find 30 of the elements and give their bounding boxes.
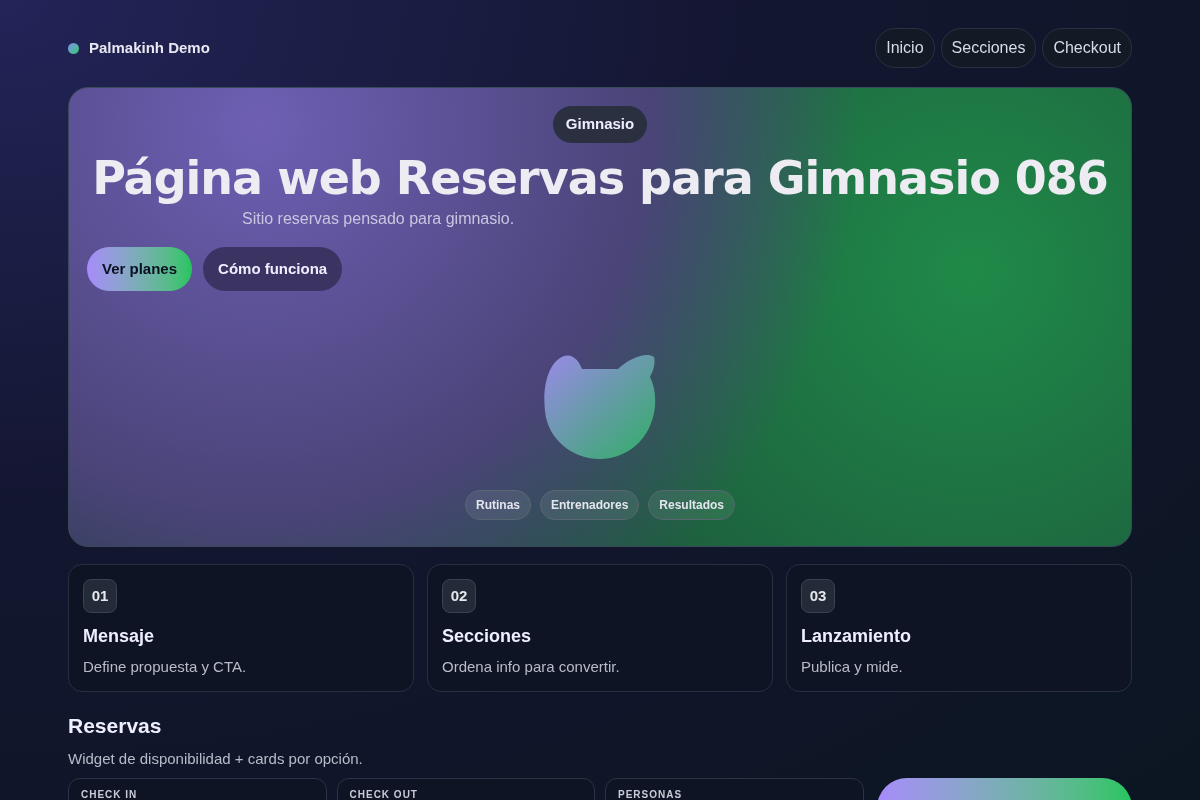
category-badge: Gimnasio	[552, 106, 648, 143]
date-field[interactable]: CHECK IN	[68, 778, 327, 800]
date-field[interactable]: CHECK OUT	[336, 778, 596, 800]
hero-title: Página web Reservas para Gimnasio 086	[91, 150, 1109, 207]
tag-chip: Rutinas	[464, 490, 531, 520]
tag-chip: Entrenadores	[540, 490, 640, 520]
step-number: 03	[801, 579, 835, 613]
step-number: 02	[442, 579, 476, 613]
step-number: 01	[83, 579, 117, 613]
nav-link[interactable]: Checkout	[1042, 28, 1132, 68]
nav-link[interactable]: Secciones	[940, 28, 1037, 68]
step-title: Secciones	[442, 625, 533, 648]
step-text: Publica y mide.	[801, 657, 904, 677]
section-subtitle: Widget de disponibilidad + cards por opción.	[68, 748, 364, 769]
hero-button[interactable]: Ver planes	[87, 247, 193, 291]
hero-button[interactable]: Cómo funciona	[203, 247, 343, 291]
section-title: Reservas	[68, 713, 163, 739]
cat-head-icon	[544, 353, 656, 459]
field-label: CHECK OUT	[349, 789, 418, 800]
field-label: CHECK IN	[81, 789, 138, 800]
step-title: Lanzamiento	[801, 625, 912, 648]
step-text: Ordena info para convertir.	[442, 657, 621, 677]
field-label: PERSONAS	[618, 789, 683, 800]
brand-name: Palmakinh Demo	[89, 37, 210, 58]
step-text: Define propuesta y CTA.	[83, 657, 248, 677]
tag-chip: Resultados	[648, 490, 736, 520]
date-field[interactable]: PERSONAS	[605, 778, 864, 800]
step-title: Mensaje	[83, 625, 156, 648]
nav-link[interactable]: Inicio	[875, 28, 935, 68]
hero-subtitle: Sitio reservas pensado para gimnasio.	[242, 209, 515, 229]
